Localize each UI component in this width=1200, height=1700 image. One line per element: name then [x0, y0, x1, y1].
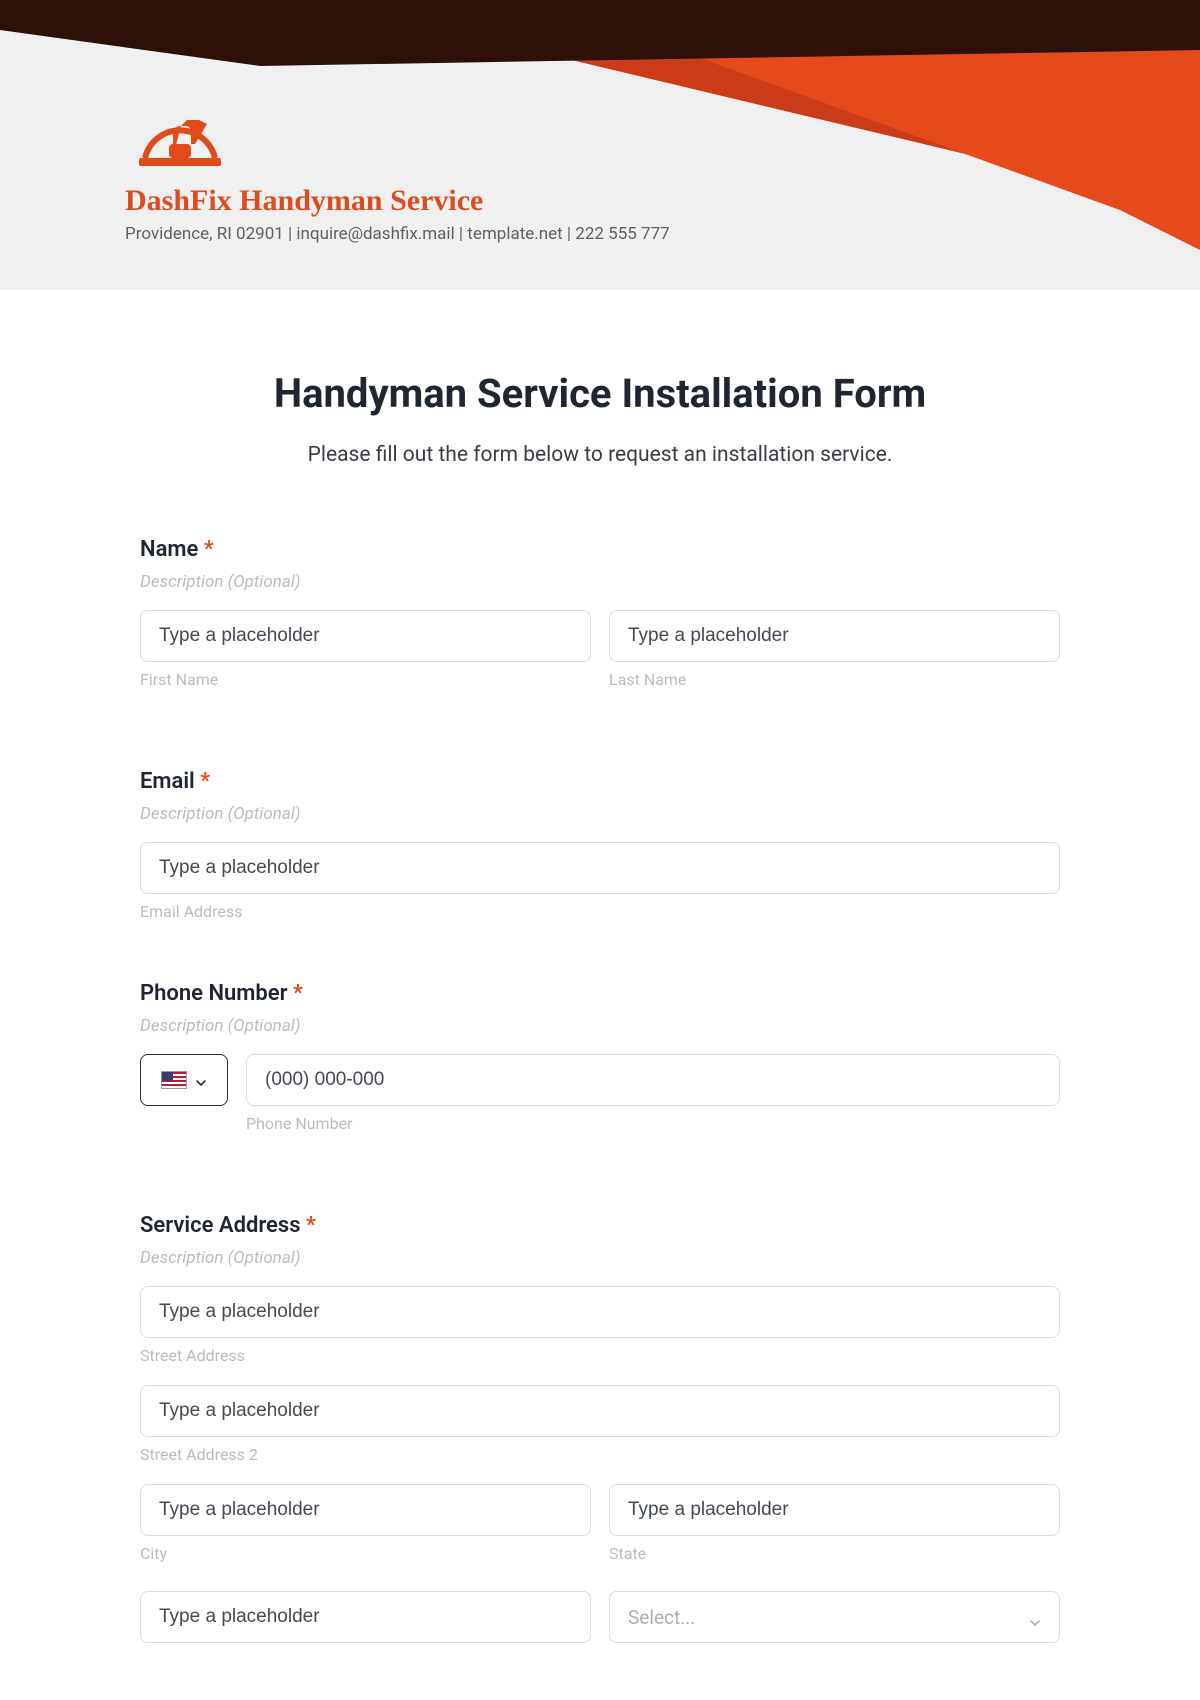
street-address-2-input[interactable] [140, 1385, 1060, 1437]
email-input[interactable] [140, 842, 1060, 894]
last-name-sublabel: Last Name [609, 670, 1060, 689]
chevron-down-icon [1029, 1611, 1041, 1623]
phone-input[interactable] [246, 1054, 1060, 1106]
city-input[interactable] [140, 1484, 591, 1536]
last-name-input[interactable] [609, 610, 1060, 662]
chevron-down-icon [195, 1074, 207, 1086]
first-name-input[interactable] [140, 610, 591, 662]
brand-logo-icon [125, 100, 670, 176]
name-label: Name * [140, 537, 1060, 562]
address-label: Service Address * [140, 1213, 1060, 1238]
email-sublabel: Email Address [140, 902, 1060, 921]
phone-label: Phone Number * [140, 981, 1060, 1006]
email-label: Email * [140, 769, 1060, 794]
street-address-1-input[interactable] [140, 1286, 1060, 1338]
first-name-sublabel: First Name [140, 670, 591, 689]
brand-block: DashFix Handyman Service Providence, RI … [125, 100, 670, 244]
required-mark: * [293, 981, 303, 1006]
zip-input[interactable] [140, 1591, 591, 1643]
address-description: Description (Optional) [140, 1248, 1060, 1268]
form-container: Handyman Service Installation Form Pleas… [140, 290, 1060, 1683]
required-mark: * [200, 769, 210, 794]
field-group-phone: Phone Number * Description (Optional) Ph… [140, 981, 1060, 1153]
brand-contact: Providence, RI 02901 | inquire@dashfix.m… [125, 224, 670, 244]
street-address-2-sublabel: Street Address 2 [140, 1445, 1060, 1464]
field-group-email: Email * Description (Optional) Email Add… [140, 769, 1060, 921]
state-sublabel: State [609, 1544, 1060, 1563]
email-label-text: Email [140, 769, 195, 794]
country-code-picker[interactable] [140, 1054, 228, 1106]
page-subtitle: Please fill out the form below to reques… [140, 443, 1060, 467]
name-label-text: Name [140, 537, 198, 562]
street-address-1-sublabel: Street Address [140, 1346, 1060, 1365]
state-input[interactable] [609, 1484, 1060, 1536]
required-mark: * [204, 537, 214, 562]
phone-description: Description (Optional) [140, 1016, 1060, 1036]
email-description: Description (Optional) [140, 804, 1060, 824]
us-flag-icon [161, 1071, 187, 1089]
name-description: Description (Optional) [140, 572, 1060, 592]
country-select[interactable]: Select... [609, 1591, 1060, 1643]
required-mark: * [306, 1213, 316, 1238]
address-label-text: Service Address [140, 1213, 301, 1238]
city-sublabel: City [140, 1544, 591, 1563]
country-select-placeholder: Select... [628, 1606, 695, 1629]
phone-sublabel: Phone Number [246, 1114, 1060, 1133]
field-group-address: Service Address * Description (Optional)… [140, 1213, 1060, 1643]
field-group-name: Name * Description (Optional) First Name… [140, 537, 1060, 709]
header-band: DashFix Handyman Service Providence, RI … [0, 0, 1200, 290]
brand-name: DashFix Handyman Service [125, 184, 670, 218]
phone-label-text: Phone Number [140, 981, 288, 1006]
page-title: Handyman Service Installation Form [140, 370, 1060, 417]
